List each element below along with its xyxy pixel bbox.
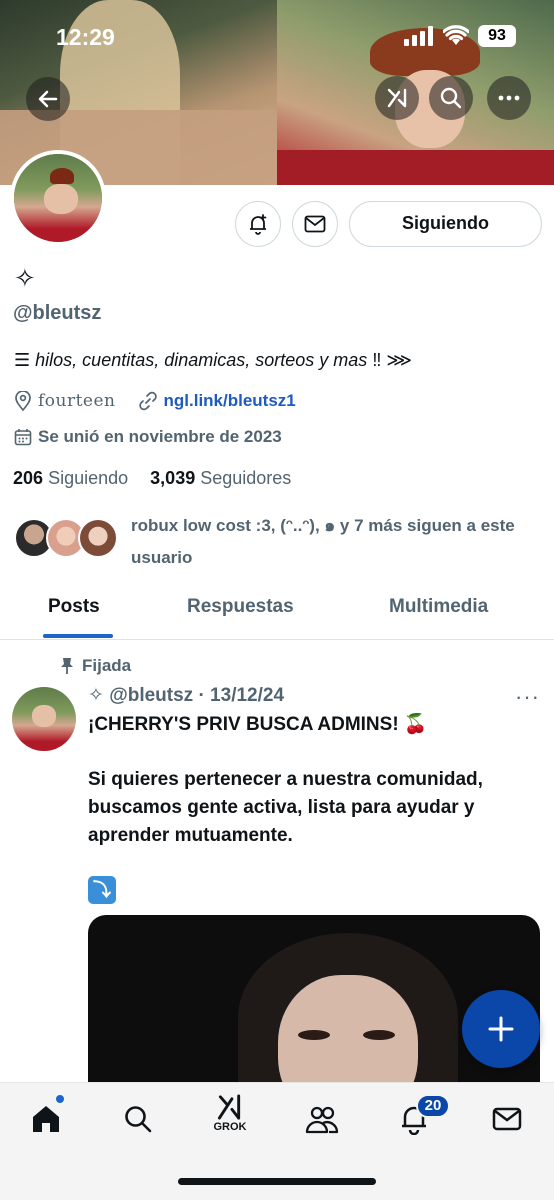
communities-icon bbox=[305, 1106, 339, 1134]
media-eye bbox=[363, 1030, 395, 1040]
post-more-button[interactable]: ··· bbox=[515, 684, 540, 710]
post-body: Si quieres pertenecer a nuestra comunida… bbox=[88, 769, 483, 846]
bell-plus-icon bbox=[250, 214, 267, 235]
location-text: fourteen bbox=[38, 391, 116, 411]
profile-handle: @bleutsz bbox=[13, 302, 102, 324]
search-icon bbox=[125, 1106, 152, 1133]
bio-prefix: ☰ bbox=[14, 350, 31, 370]
nav-grok[interactable]: GROK bbox=[210, 1093, 250, 1133]
nav-messages[interactable] bbox=[487, 1099, 527, 1139]
arrow-down-right-emoji-icon: ⤵ bbox=[88, 876, 116, 904]
back-button[interactable] bbox=[26, 77, 70, 121]
following-link[interactable]: 206 Siguiendo bbox=[13, 468, 128, 488]
profile-tabs: Posts Respuestas Multimedia bbox=[0, 586, 554, 640]
following-button[interactable]: Siguiendo bbox=[349, 201, 542, 247]
profile-meta-location: fourteen ngl.link/bleutsz1 bbox=[14, 391, 296, 411]
joined-date: Se unió en noviembre de 2023 bbox=[38, 427, 282, 446]
message-button[interactable] bbox=[292, 201, 338, 247]
arrow-left-icon bbox=[38, 90, 58, 108]
post-avatar[interactable] bbox=[12, 687, 76, 751]
tab-posts[interactable]: Posts bbox=[48, 596, 100, 618]
follower-avatar bbox=[78, 518, 118, 558]
status-time: 12:29 bbox=[56, 24, 115, 50]
location-pin-icon bbox=[15, 391, 31, 411]
link-icon bbox=[138, 391, 157, 411]
banner-car bbox=[277, 150, 554, 185]
post-header[interactable]: ✧ @bleutsz · 13/12/24 bbox=[88, 684, 284, 707]
known-followers-text: robux low cost :3, (ᵔ..ᵔ), ๑ y 7 más sig… bbox=[131, 516, 515, 567]
tab-media[interactable]: Multimedia bbox=[389, 596, 488, 618]
grok-button[interactable] bbox=[375, 76, 419, 120]
wifi-icon bbox=[443, 25, 469, 45]
following-count: 206 bbox=[13, 468, 44, 488]
battery-indicator: 93 bbox=[478, 25, 516, 47]
home-indicator bbox=[178, 1178, 376, 1185]
followers-count: 3,039 bbox=[150, 468, 196, 488]
post-title: ¡CHERRY'S PRIV BUSCA ADMINS! 🍒 bbox=[88, 714, 428, 735]
known-followers[interactable]: robux low cost :3, (ᵔ..ᵔ), ๑ y 7 más sig… bbox=[14, 510, 544, 570]
tab-replies[interactable]: Respuestas bbox=[187, 596, 294, 618]
calendar-icon bbox=[14, 429, 32, 446]
grok-icon bbox=[387, 88, 407, 108]
nav-search[interactable] bbox=[118, 1099, 158, 1139]
follow-counts: 206 Siguiendo 3,039 Seguidores bbox=[13, 468, 291, 489]
active-tab-indicator bbox=[43, 634, 113, 638]
notifications-toggle-button[interactable] bbox=[235, 201, 281, 247]
post-avatar-face bbox=[32, 705, 56, 727]
home-icon bbox=[33, 1106, 59, 1132]
pin-icon bbox=[61, 658, 73, 674]
notifications-badge: 20 bbox=[416, 1094, 450, 1118]
media-eye bbox=[298, 1030, 330, 1040]
profile-meta-joined: Se unió en noviembre de 2023 bbox=[14, 427, 282, 447]
following-label: Siguiendo bbox=[48, 468, 129, 488]
more-horizontal-icon bbox=[498, 95, 520, 101]
pinned-label: Fijada bbox=[82, 656, 132, 675]
display-name: ✧ bbox=[14, 263, 36, 293]
grok-icon bbox=[217, 1094, 241, 1120]
grok-label: GROK bbox=[213, 1121, 247, 1133]
followers-label: Seguidores bbox=[200, 468, 292, 488]
status-bar: 12:29 93 bbox=[0, 0, 554, 70]
nav-home[interactable] bbox=[26, 1099, 66, 1139]
profile-link[interactable]: ngl.link/bleutsz1 bbox=[164, 391, 296, 411]
followers-link[interactable]: 3,039 Seguidores bbox=[150, 468, 291, 488]
pinned-indicator: Fijada bbox=[60, 656, 131, 676]
cellular-signal-icon bbox=[404, 26, 433, 46]
compose-post-button[interactable] bbox=[462, 990, 540, 1068]
avatar-face bbox=[44, 184, 78, 214]
profile-bio: ☰ hilos, cuentitas, dinamicas, sorteos y… bbox=[14, 350, 412, 371]
home-unread-dot bbox=[56, 1095, 64, 1103]
avatar-hat bbox=[50, 168, 74, 184]
plus-icon bbox=[488, 1016, 514, 1042]
mail-icon bbox=[492, 1107, 522, 1131]
profile-avatar[interactable] bbox=[10, 150, 106, 246]
nav-communities[interactable] bbox=[302, 1099, 342, 1139]
search-icon bbox=[440, 87, 462, 109]
search-button[interactable] bbox=[429, 76, 473, 120]
mail-icon bbox=[304, 215, 326, 233]
more-options-button[interactable] bbox=[487, 76, 531, 120]
bio-suffix: ‼ ⋙ bbox=[372, 350, 412, 370]
bio-text: hilos, cuentitas, dinamicas, sorteos y m… bbox=[35, 350, 368, 370]
